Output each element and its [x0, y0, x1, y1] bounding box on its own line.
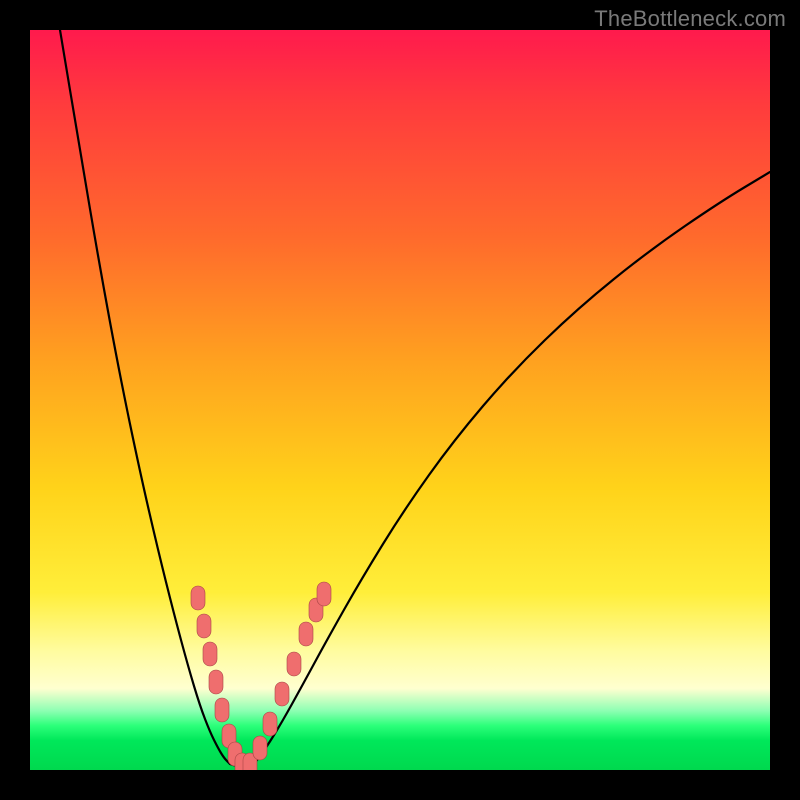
chart-frame: TheBottleneck.com	[0, 0, 800, 800]
marker-point	[209, 670, 223, 694]
marker-point	[275, 682, 289, 706]
marker-point	[203, 642, 217, 666]
curve-layer	[30, 30, 770, 770]
marker-point	[197, 614, 211, 638]
marker-point	[263, 712, 277, 736]
marker-point	[215, 698, 229, 722]
watermark-text: TheBottleneck.com	[594, 6, 786, 32]
marker-point	[191, 586, 205, 610]
marker-point	[317, 582, 331, 606]
right-branch-curve	[254, 172, 770, 764]
marker-point	[253, 736, 267, 760]
marker-point	[287, 652, 301, 676]
marker-group	[191, 582, 331, 770]
marker-point	[299, 622, 313, 646]
plot-area	[30, 30, 770, 770]
